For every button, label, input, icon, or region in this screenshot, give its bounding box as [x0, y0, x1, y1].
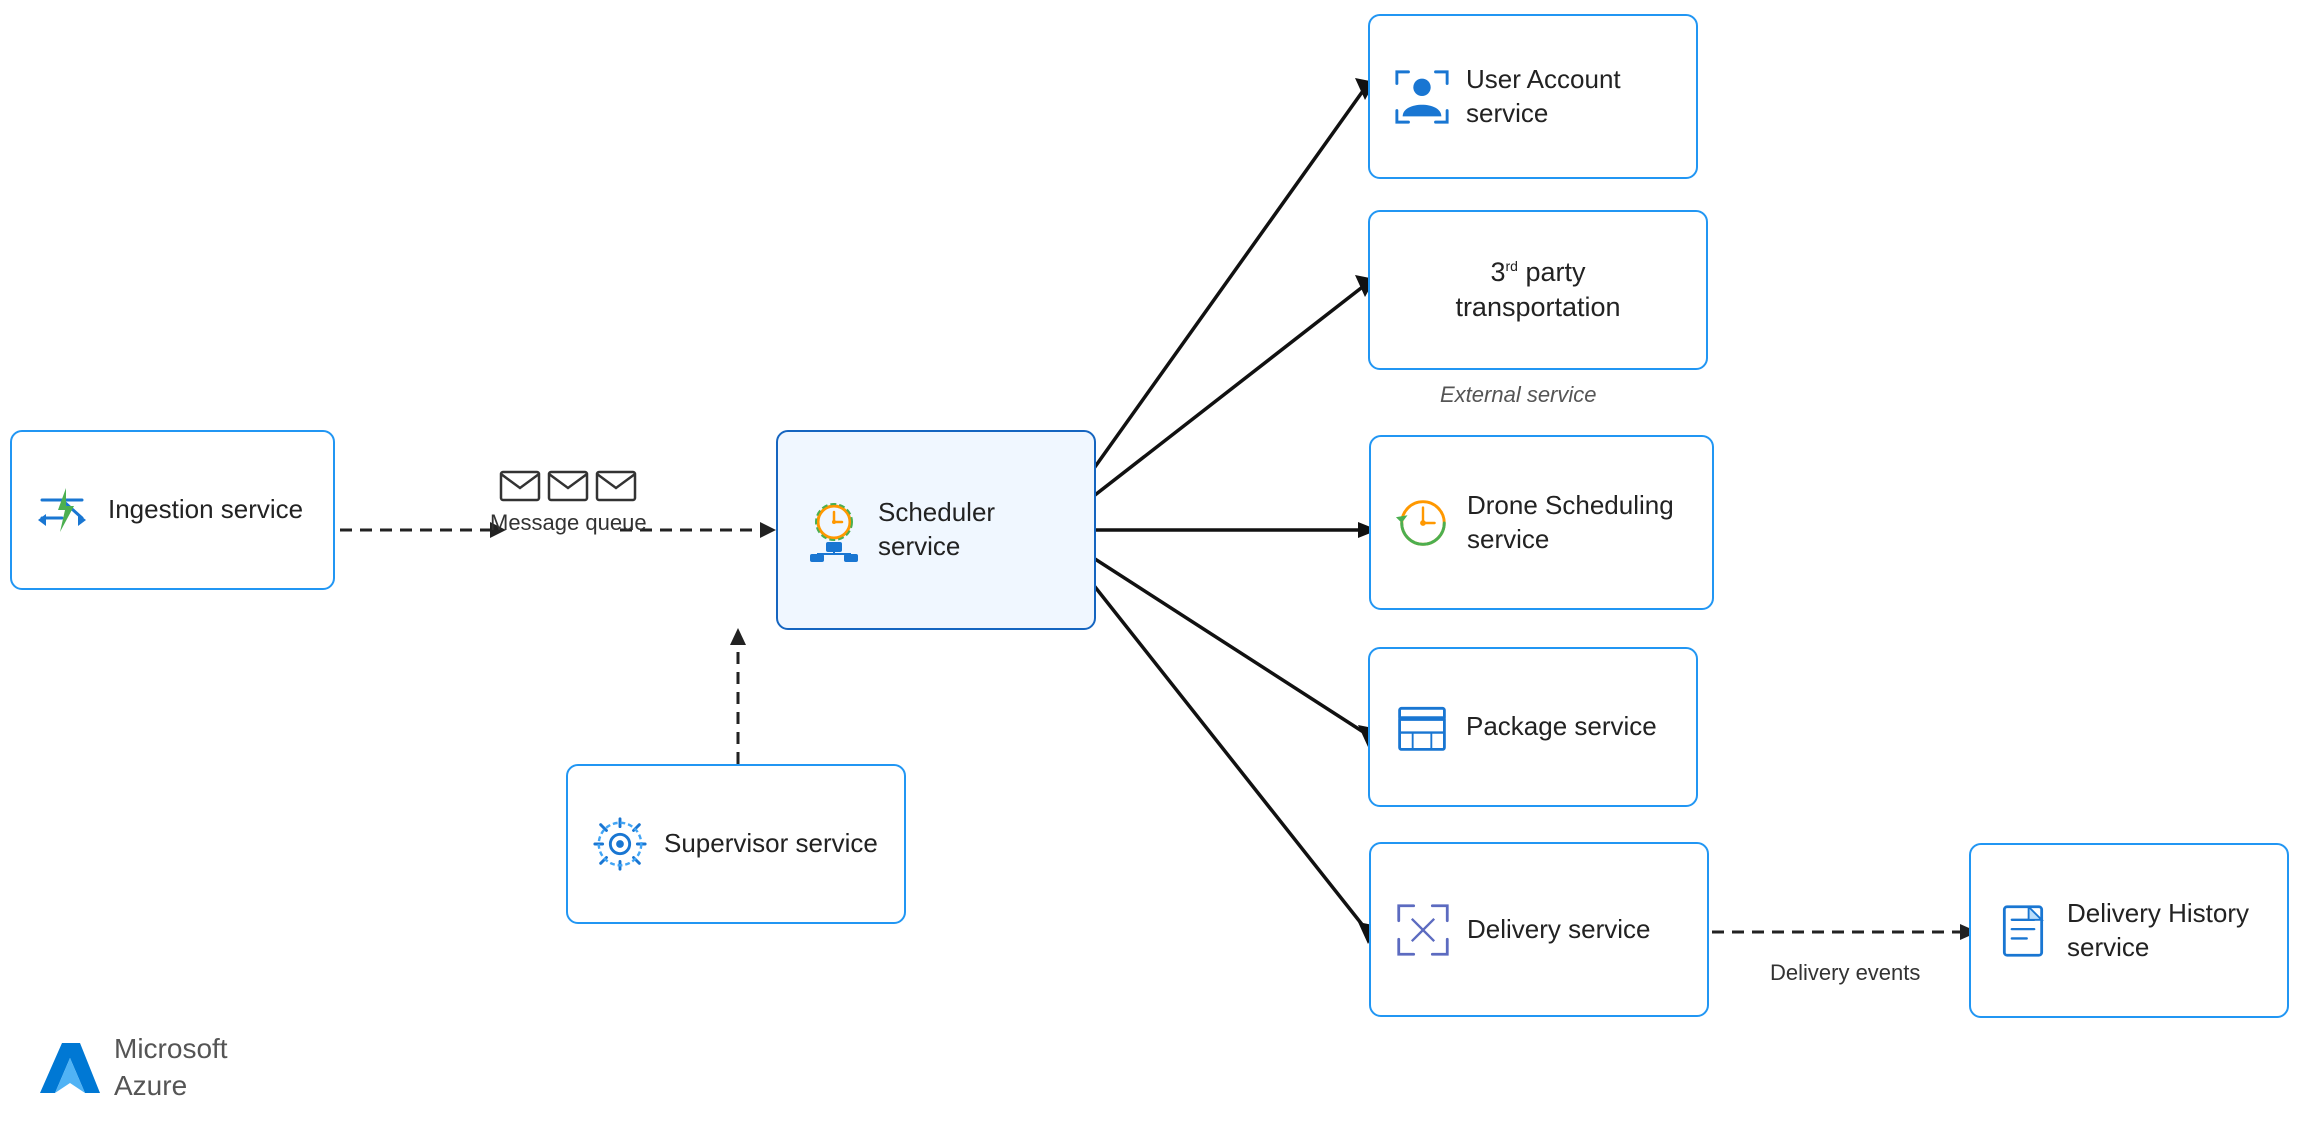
- envelope-icon-3: [595, 470, 637, 502]
- delivery-service-box: Delivery service: [1369, 842, 1709, 1017]
- package-icon: [1392, 697, 1452, 757]
- supervisor-service-label: Supervisor service: [664, 827, 878, 861]
- arrows-svg: [0, 0, 2308, 1144]
- message-queue-label: Message queue: [490, 510, 647, 536]
- delivery-icon: [1393, 900, 1453, 960]
- message-queue: Message queue: [490, 470, 647, 536]
- ingestion-service-box: Ingestion service: [10, 430, 335, 590]
- ingestion-service-label: Ingestion service: [108, 493, 303, 527]
- delivery-service-label: Delivery service: [1467, 913, 1651, 947]
- scheduler-service-label: Scheduler service: [878, 496, 1068, 564]
- azure-logo: MicrosoftAzure: [40, 1031, 228, 1104]
- drone-scheduling-icon: [1393, 493, 1453, 553]
- drone-scheduling-service-box: Drone Scheduling service: [1369, 435, 1714, 610]
- scheduler-icon: [804, 500, 864, 560]
- envelope-icon-1: [499, 470, 541, 502]
- external-service-label: External service: [1440, 382, 1597, 408]
- supervisor-service-box: Supervisor service: [566, 764, 906, 924]
- ingestion-icon: [34, 480, 94, 540]
- user-account-service-label: User Account service: [1466, 63, 1674, 131]
- envelope-row: [499, 470, 637, 502]
- scheduler-service-box: Scheduler service: [776, 430, 1096, 630]
- third-party-label: 3rd partytransportation: [1455, 255, 1620, 325]
- user-account-service-box: User Account service: [1368, 14, 1698, 179]
- delivery-events-label: Delivery events: [1770, 960, 1920, 986]
- azure-logo-icon: [40, 1038, 100, 1098]
- package-service-box: Package service: [1368, 647, 1698, 807]
- supervisor-icon: [590, 814, 650, 874]
- delivery-history-service-label: Delivery History service: [2067, 897, 2265, 965]
- user-account-icon: [1392, 67, 1452, 127]
- delivery-history-icon: [1993, 901, 2053, 961]
- azure-logo-text: MicrosoftAzure: [114, 1031, 228, 1104]
- drone-scheduling-service-label: Drone Scheduling service: [1467, 489, 1690, 557]
- delivery-history-service-box: Delivery History service: [1969, 843, 2289, 1018]
- third-party-service-box: 3rd partytransportation: [1368, 210, 1708, 370]
- package-service-label: Package service: [1466, 710, 1657, 744]
- diagram-container: Ingestion service Message queue: [0, 0, 2308, 1144]
- envelope-icon-2: [547, 470, 589, 502]
